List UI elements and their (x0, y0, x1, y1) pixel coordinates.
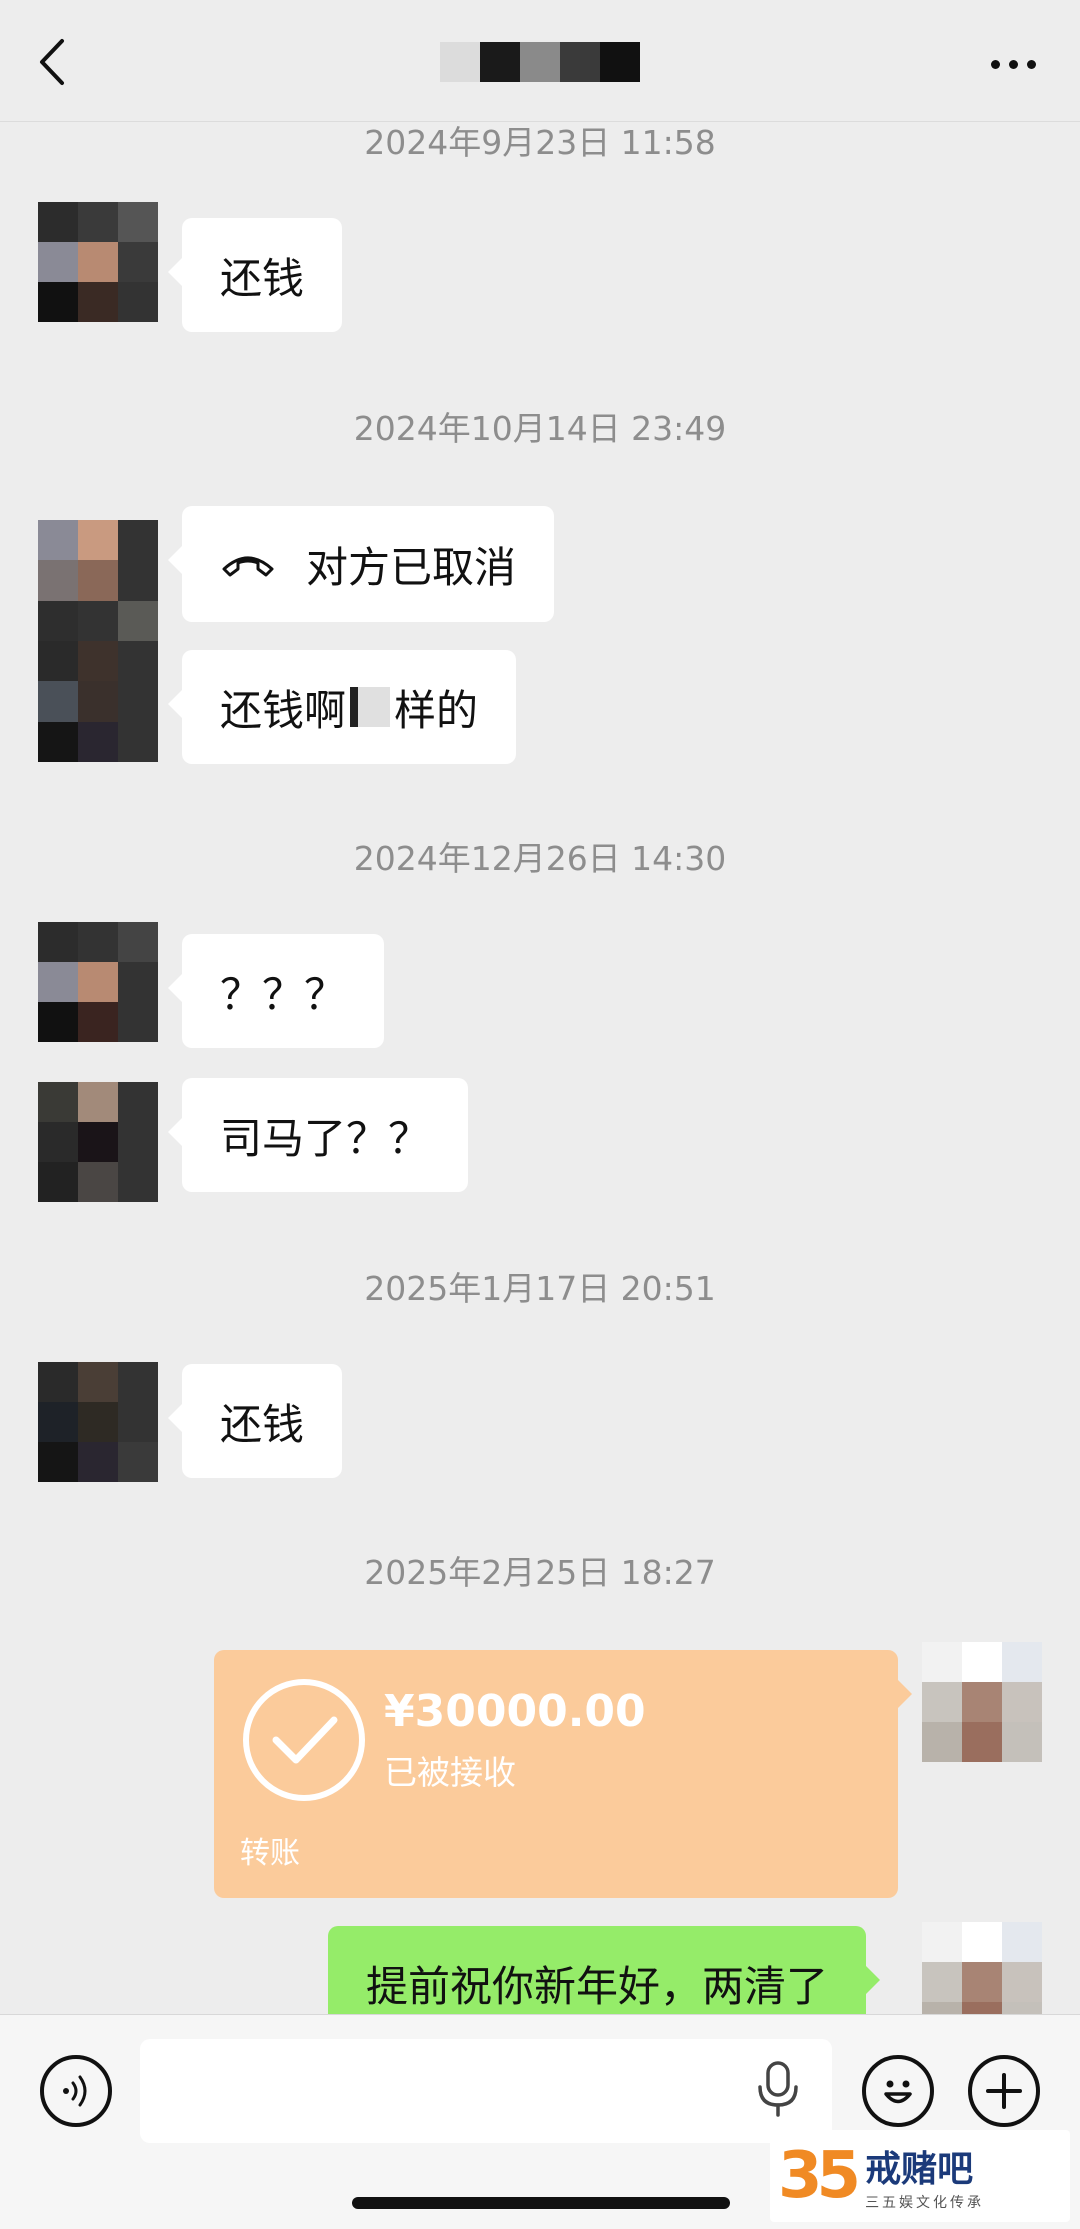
avatar[interactable] (38, 922, 158, 1042)
more-dots-icon (990, 59, 1000, 69)
message-bubble[interactable]: 还钱 (167, 218, 343, 332)
home-indicator[interactable] (352, 2197, 730, 2209)
transfer-label: 转账 (240, 1836, 300, 1871)
message-text: 对方已取消 (306, 542, 517, 592)
add-button[interactable] (968, 2055, 1040, 2127)
message-timestamp: 2024年12月26日 14:30 (353, 839, 727, 878)
transfer-status: 已被接收 (384, 1753, 516, 1792)
message-text: 还钱啊 (220, 685, 347, 735)
message-text: 司马了？？ (220, 1113, 431, 1163)
avatar[interactable] (38, 1082, 158, 1202)
top-bar (0, 0, 1080, 122)
chevron-left-icon (40, 39, 64, 85)
contact-name-redacted (440, 42, 640, 82)
voice-mode-button[interactable] (40, 2055, 112, 2127)
more-dot (1026, 59, 1036, 69)
message-text: 提前祝你新年好，两清了 (366, 1961, 829, 2011)
watermark-logo: 35 戒赌吧 三五娱文化传承 (770, 2130, 1070, 2222)
emoji-icon (884, 2080, 912, 2104)
avatar[interactable] (38, 1362, 158, 1482)
my-avatar[interactable] (922, 1642, 1042, 1762)
message-text: 还钱 (220, 253, 305, 303)
voice-mode-icon (63, 2075, 87, 2107)
redacted-text (350, 687, 391, 727)
watermark-title: 戒赌吧 (865, 2149, 974, 2190)
message-timestamp: 2024年10月14日 23:49 (353, 409, 727, 448)
message-bubble[interactable]: 司马了？？ (167, 1078, 469, 1192)
message-timestamp: 2025年1月17日 20:51 (364, 1269, 716, 1308)
message-bubble[interactable]: 还钱啊 样的 (167, 650, 517, 764)
message-timestamp: 2025年2月25日 18:27 (364, 1553, 716, 1592)
message-bubble[interactable]: ？？？ (167, 934, 385, 1048)
more-dot (1008, 59, 1018, 69)
avatar[interactable] (38, 202, 158, 322)
message-timestamp: 2024年9月23日 11:58 (364, 123, 716, 162)
plus-icon (986, 2073, 1022, 2109)
watermark-subtitle: 三五娱文化传承 (865, 2195, 985, 2211)
message-input[interactable] (140, 2039, 832, 2143)
message-text: 样的 (394, 685, 479, 735)
emoji-button[interactable] (862, 2055, 934, 2127)
message-text: 还钱 (220, 1399, 305, 1449)
watermark-number: 35 (778, 2139, 861, 2213)
hangup-phone-icon (222, 556, 274, 577)
more-button[interactable] (978, 40, 1048, 88)
transfer-card[interactable]: ¥30000.00 已被接收 转账 (214, 1650, 912, 1898)
call-cancelled-bubble[interactable]: 对方已取消 (167, 506, 555, 622)
avatar[interactable] (38, 520, 158, 762)
message-text: ？？？ (220, 969, 347, 1019)
back-button[interactable] (28, 34, 76, 90)
microphone-icon[interactable] (756, 2059, 800, 2119)
message-bubble[interactable]: 还钱 (167, 1364, 343, 1478)
check-circle-icon (243, 1679, 365, 1801)
transfer-amount: ¥30000.00 (384, 1686, 646, 1737)
